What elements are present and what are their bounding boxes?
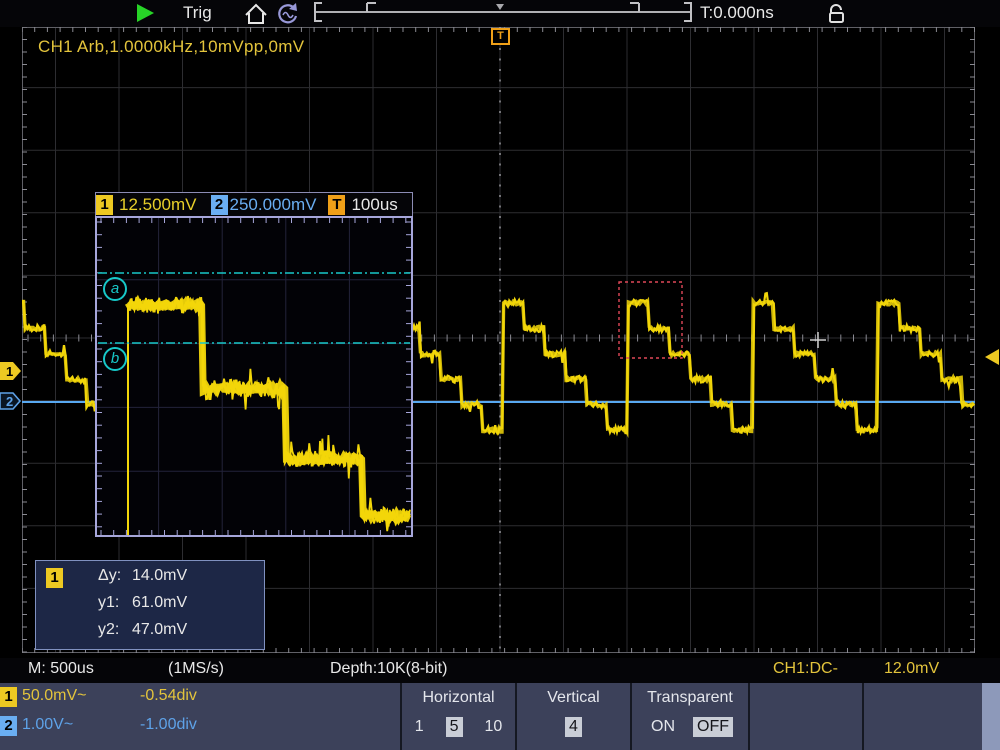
oscilloscope-screen: Trig T:0.000ns CH1 Arb,1.0000kHz,10mVpp,…: [0, 0, 1000, 750]
waveform-refresh-icon[interactable]: [275, 2, 302, 26]
channel-info-label: CH1 Arb,1.0000kHz,10mVpp,0mV: [38, 37, 304, 57]
menu-horizontal: Horizontal 1 5 10: [402, 683, 515, 750]
horizontal-option-10[interactable]: 10: [481, 717, 507, 737]
svg-text:2: 2: [6, 394, 13, 409]
zoom-window-plot: [95, 216, 413, 537]
sample-rate-value: (1MS/s): [168, 660, 224, 678]
measurement-row: Δy:14.0mV: [98, 567, 187, 585]
measurement-row: y1:61.0mV: [98, 594, 187, 612]
time-badge: T: [328, 195, 345, 215]
home-icon[interactable]: [243, 2, 269, 26]
trigger-level-marker[interactable]: [984, 349, 1000, 367]
lock-icon[interactable]: [827, 3, 847, 25]
zoom-window[interactable]: 1 12.500mV 2 250.000mV T 100us a b: [95, 192, 413, 537]
zoom-ch1-scale: 12.500mV: [119, 195, 197, 215]
memory-position-bar[interactable]: [308, 0, 698, 26]
ch1-position-marker[interactable]: 1: [0, 362, 22, 381]
zoom-time-scale: 100us: [351, 195, 397, 215]
top-bar: Trig T:0.000ns: [0, 0, 1000, 27]
horizontal-label: Horizontal: [402, 689, 515, 707]
menu-side-strip[interactable]: [982, 683, 1000, 750]
ch2-position-marker[interactable]: 2: [0, 392, 22, 411]
cursor-measurement-panel: 1 Δy:14.0mV y1:61.0mV y2:47.0mV: [35, 560, 265, 650]
menu-vertical: Vertical 4: [517, 683, 630, 750]
measurement-channel-badge: 1: [46, 568, 63, 588]
vertical-option-4[interactable]: 4: [565, 717, 582, 737]
transparent-label: Transparent: [632, 689, 748, 707]
trigger-position-caret: [496, 4, 504, 10]
ch2-scale-value: 1.00V~: [22, 716, 73, 734]
cursor-b-label[interactable]: b: [103, 347, 127, 371]
ch1-badge: 1: [96, 195, 113, 215]
trigger-source-value: CH1:DC-: [773, 660, 838, 678]
record-depth-value: Depth:10K(8-bit): [330, 660, 447, 678]
trigger-status-label: Trig: [183, 3, 212, 23]
timebase-value: M: 500us: [28, 660, 94, 678]
zoom-window-header: 1 12.500mV 2 250.000mV T 100us: [95, 192, 413, 218]
svg-text:1: 1: [6, 364, 13, 379]
ch1-scale-value: 50.0mV~: [22, 687, 86, 705]
bottom-menu-bar: 1 50.0mV~ -0.54div 2 1.00V~ -1.00div Hor…: [0, 683, 1000, 750]
horizontal-option-1[interactable]: 1: [411, 717, 428, 737]
transparent-on-button[interactable]: ON: [647, 717, 679, 737]
zoom-ch2-scale: 250.000mV: [230, 195, 317, 215]
ch1-offset-value: -0.54div: [140, 687, 197, 705]
trigger-level-value: 12.0mV: [884, 660, 939, 678]
menu-transparent: Transparent ON OFF: [632, 683, 748, 750]
horizontal-option-5[interactable]: 5: [446, 717, 463, 737]
status-bar: M: 500us (1MS/s) Depth:10K(8-bit) CH1:DC…: [0, 658, 1000, 683]
transparent-off-button[interactable]: OFF: [693, 717, 733, 737]
trigger-time-value: T:0.000ns: [700, 3, 774, 23]
menu-empty-cell: [750, 683, 860, 750]
ch2-badge: 2: [0, 716, 17, 736]
ch1-badge: 1: [0, 687, 17, 707]
trigger-position-marker[interactable]: T: [491, 28, 510, 45]
vertical-label: Vertical: [517, 689, 630, 707]
ch2-badge: 2: [211, 195, 228, 215]
ch2-offset-value: -1.00div: [140, 716, 197, 734]
measurement-row: y2:47.0mV: [98, 621, 187, 639]
run-play-icon[interactable]: [137, 4, 154, 22]
cursor-a-label[interactable]: a: [103, 277, 127, 301]
menu-empty-cell: [864, 683, 980, 750]
